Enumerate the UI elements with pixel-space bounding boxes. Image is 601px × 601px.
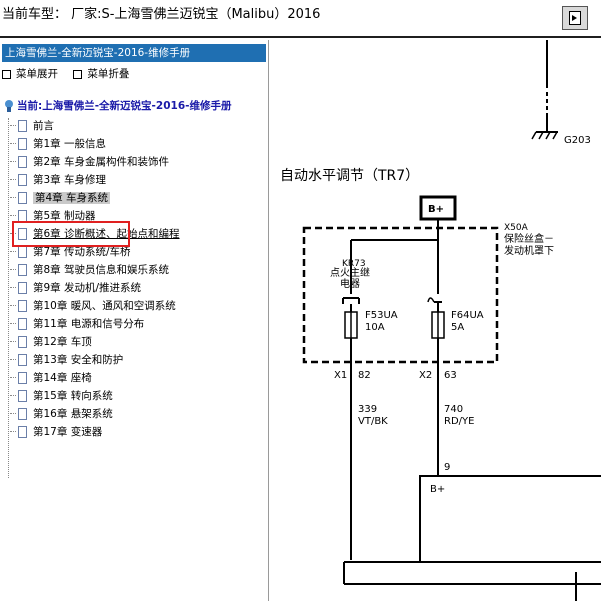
wire2-color: RD/YE [444,416,474,427]
switch-contact-icon [427,297,442,303]
fuse-box-label-1: X50A [504,223,529,233]
module-terminal-label: B+ [430,484,445,495]
tree-item-chapter-1[interactable]: 第1章 一般信息 [10,136,106,154]
wire1-number: 339 [358,404,377,415]
fuse-box-label-2: 保险丝盒－ [504,232,554,245]
tree-item-chapter-3[interactable]: 第3章 车身修理 [10,172,106,190]
page-icon [18,425,27,438]
exit-door-icon [569,11,581,25]
window-title: 当前车型： 厂家:S-上海雪佛兰迈锐宝（Malibu）2016 [2,7,321,22]
fuse2-rating: 5A [451,322,464,333]
page-icon [18,389,27,402]
tree-item-chapter-11[interactable]: 第11章 电源和信号分布 [10,316,144,334]
fuse1-rating: 10A [365,322,385,333]
page-icon [18,155,27,168]
manual-sidebar: 上海雪佛兰-全新迈锐宝-2016-维修手册 菜单展开 菜单折叠 当前:上海雪佛兰… [0,40,269,601]
tree-root[interactable]: 当前:上海雪佛兰-全新迈锐宝-2016-维修手册 [4,98,232,113]
page-icon [18,119,27,132]
fuse-box-label-3: 发动机罩下 [504,244,554,257]
tree-item-chapter-13[interactable]: 第13章 安全和防护 [10,352,123,370]
diagram-title: 自动水平调节（TR7） [280,168,419,184]
page-icon [18,173,27,186]
sidebar-header: 上海雪佛兰-全新迈锐宝-2016-维修手册 [2,44,266,62]
page-icon [18,245,27,258]
wire1-color: VT/BK [358,416,388,427]
page-icon [18,317,27,330]
wire2-number: 740 [444,404,463,415]
tree-item-chapter-14[interactable]: 第14章 座椅 [10,370,92,388]
connector-x2-label: X2 [419,370,432,381]
tree-item-chapter-17[interactable]: 第17章 变速器 [10,424,102,442]
collapse-menu-button[interactable]: 菜单折叠 [73,66,129,81]
page-icon [18,281,27,294]
page-icon [18,407,27,420]
relay-contact-icon [342,297,360,304]
tree-item-chapter-16[interactable]: 第16章 悬架系统 [10,406,113,424]
page-icon [18,353,27,366]
exit-button[interactable] [562,6,588,30]
window-titlebar: 当前车型： 厂家:S-上海雪佛兰迈锐宝（Malibu）2016 [0,0,601,38]
fuse-box-outline [302,226,499,364]
relay-label-3: 电器 [340,277,360,290]
tree-item-preface[interactable]: 前言 [10,118,54,136]
selection-highlight-box [12,221,130,247]
globe-icon [4,100,14,112]
page-icon [18,299,27,312]
page-icon [18,191,27,204]
fuse2-name: F64UA [451,310,484,321]
tree-item-chapter-4[interactable]: 第4章 车身系统 [10,190,111,208]
connector-x1-pin: 82 [358,370,371,381]
relay-label-2: 点火主继 [330,266,370,279]
sidebar-toolbar: 菜单展开 菜单折叠 [2,66,141,81]
page-icon [18,371,27,384]
tree-item-chapter-9[interactable]: 第9章 发动机/推进系统 [10,280,141,298]
page-icon [18,137,27,150]
ground-symbol-icon [531,131,558,140]
wiring-diagram: G203 自动水平调节（TR7） B+ X50A 保险丝盒－ 发动机罩下 KR7… [280,40,601,601]
page-icon [18,335,27,348]
tree-item-chapter-8[interactable]: 第8章 驾驶员信息和娱乐系统 [10,262,169,280]
expand-icon [2,69,11,79]
collapse-icon [73,69,83,79]
tree-item-chapter-12[interactable]: 第12章 车顶 [10,334,92,352]
module-pin-label: 9 [444,462,450,473]
ground-label: G203 [564,135,591,146]
fuse1-name: F53UA [365,310,398,321]
tree-item-chapter-10[interactable]: 第10章 暖风、通风和空调系统 [10,298,176,316]
connector-x2-pin: 63 [444,370,457,381]
tree-item-chapter-2[interactable]: 第2章 车身金属构件和装饰件 [10,154,169,172]
tree-item-chapter-15[interactable]: 第15章 转向系统 [10,388,113,406]
connector-x1-label: X1 [334,370,347,381]
expand-menu-button[interactable]: 菜单展开 [2,66,58,81]
wiring-diagram-pane[interactable]: G203 自动水平调节（TR7） B+ X50A 保险丝盒－ 发动机罩下 KR7… [270,40,601,601]
battery-label: B+ [428,204,444,215]
page-icon [18,263,27,276]
page-icon [18,209,27,222]
module-box [419,475,601,563]
